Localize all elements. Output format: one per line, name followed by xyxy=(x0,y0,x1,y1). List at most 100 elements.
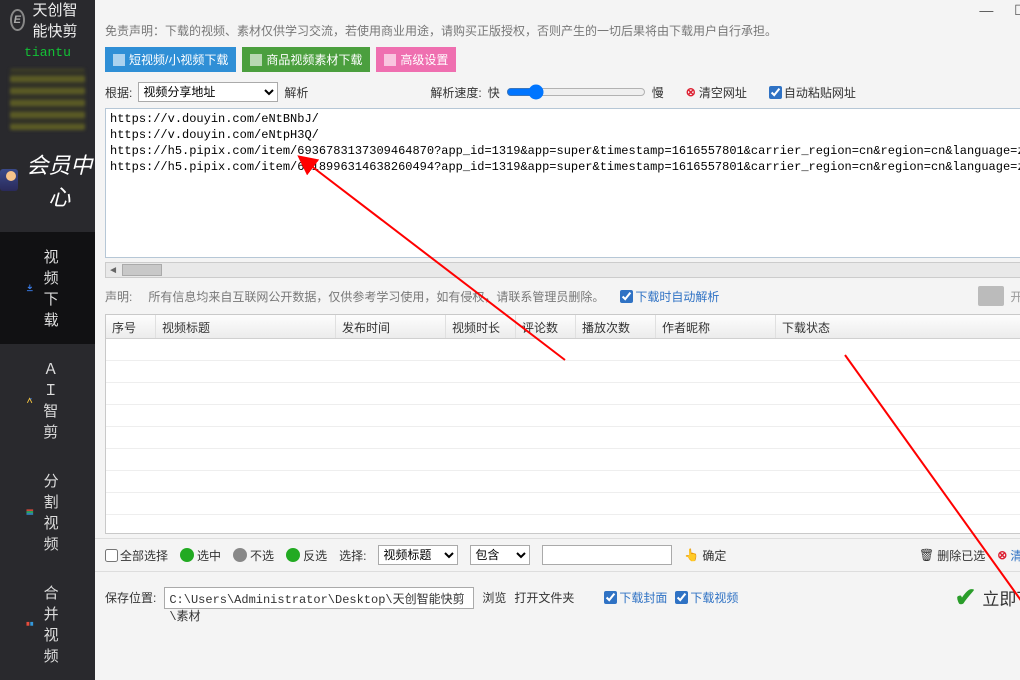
browse-button[interactable]: 浏览 xyxy=(482,589,506,606)
save-path-input[interactable]: C:\Users\Administrator\Desktop\天创智能快剪\素材 xyxy=(164,587,474,609)
table-row[interactable] xyxy=(106,361,1020,383)
open-folder-button[interactable]: 打开文件夹 xyxy=(514,589,574,606)
app-titlebar: E 天创智能快剪 xyxy=(0,0,95,40)
clear-table-button[interactable]: ⊗清空表格 xyxy=(997,547,1020,564)
th-duration[interactable]: 视频时长 xyxy=(446,315,516,338)
brand-text: tiantu xyxy=(0,40,95,65)
vip-avatar-icon xyxy=(0,169,18,191)
table-row[interactable] xyxy=(106,383,1020,405)
table-row[interactable] xyxy=(106,493,1020,515)
start-parse-button[interactable]: 开始解析 xyxy=(978,286,1020,306)
th-plays[interactable]: 播放次数 xyxy=(576,315,656,338)
download-footer: 保存位置: C:\Users\Administrator\Desktop\天创智… xyxy=(95,571,1020,623)
selectby-input[interactable] xyxy=(542,545,672,565)
delete-icon: 🗑 xyxy=(919,548,934,562)
ai-icon xyxy=(26,391,33,409)
window-controls: ― ☐ ✕ xyxy=(978,2,1020,19)
confirm-button[interactable]: 👆确定 xyxy=(684,547,726,564)
source-select[interactable]: 视频分享地址 xyxy=(138,82,278,102)
table-row[interactable] xyxy=(106,449,1020,471)
select-all-checkbox[interactable]: 全部选择 xyxy=(105,547,168,564)
th-pubtime[interactable]: 发布时间 xyxy=(336,315,446,338)
disclaimer-text: 免责声明：下载的视频、素材仅供学习交流，若使用商业用途，请购买正版授权，否则产生… xyxy=(95,0,1020,47)
table-body xyxy=(106,339,1020,515)
scroll-thumb[interactable] xyxy=(122,264,162,276)
hand-icon: 👆 xyxy=(684,548,699,562)
check-icon xyxy=(180,548,194,562)
scroll-left-icon[interactable]: ◄ xyxy=(106,265,120,276)
unselect-button[interactable]: 不选 xyxy=(233,547,274,564)
clear-urls-button[interactable]: ⊗清空网址 xyxy=(686,84,747,101)
save-path-label: 保存位置: xyxy=(105,589,156,606)
maximize-button[interactable]: ☐ xyxy=(1012,2,1020,19)
th-title[interactable]: 视频标题 xyxy=(156,315,336,338)
sidebar-nav: 视频下载 ＡＩ 智剪 分割视频 合并视频 xyxy=(0,232,95,680)
root-label: 根据: xyxy=(105,84,132,101)
th-comments[interactable]: 评论数 xyxy=(516,315,576,338)
speed-slow-label: 慢 xyxy=(652,84,664,101)
sidebar-item-label: 视频下载 xyxy=(44,246,69,330)
delete-selected-button[interactable]: 🗑删除已选 xyxy=(919,547,985,564)
statement-prefix: 声明: xyxy=(105,288,132,305)
tab-icon xyxy=(113,54,125,66)
invert-button[interactable]: 反选 xyxy=(286,547,327,564)
results-table: 序号 视频标题 发布时间 视频时长 评论数 播放次数 作者昵称 下载状态 xyxy=(105,314,1020,534)
merge-icon xyxy=(26,615,34,633)
parse-button[interactable]: 解析 xyxy=(284,84,308,101)
sidebar-item-split[interactable]: 分割视频 xyxy=(0,456,95,568)
speed-fast-label: 快 xyxy=(488,84,500,101)
user-info-blurred xyxy=(10,69,85,130)
anchor-icon xyxy=(233,548,247,562)
x-icon: ⊗ xyxy=(686,85,696,99)
tab-short-video[interactable]: 短视频/小视频下载 xyxy=(105,47,236,72)
sidebar-item-label: 分割视频 xyxy=(44,470,69,554)
selectby-label: 选择: xyxy=(339,547,366,564)
auto-parse-checkbox[interactable]: 下载时自动解析 xyxy=(620,288,719,305)
checkmark-icon: ✔ xyxy=(955,582,977,613)
minimize-button[interactable]: ― xyxy=(978,2,994,19)
tab-product-video[interactable]: 商品视频素材下载 xyxy=(242,47,370,72)
sidebar-item-merge[interactable]: 合并视频 xyxy=(0,568,95,680)
th-status[interactable]: 下载状态 xyxy=(776,315,1020,338)
split-icon xyxy=(26,503,34,521)
sidebar-item-download[interactable]: 视频下载 xyxy=(0,232,95,344)
autopaste-checkbox[interactable]: 自动粘贴网址 xyxy=(769,84,856,101)
parse-controls-row: 根据: 视频分享地址 解析 解析速度: 快 慢 ⊗清空网址 自动粘贴网址 xyxy=(95,80,1020,104)
tab-icon xyxy=(250,54,262,66)
url-textarea[interactable]: https://v.douyin.com/eNtBNbJ/ https://v.… xyxy=(105,108,1020,258)
url-scrollbar[interactable]: ◄ ► xyxy=(105,262,1020,278)
table-row[interactable] xyxy=(106,471,1020,493)
selectby-mode[interactable]: 包含 xyxy=(470,545,530,565)
download-now-button[interactable]: ✔ 立即下载 xyxy=(947,580,1020,615)
sidebar-item-label: ＡＩ 智剪 xyxy=(43,358,69,442)
download-cover-checkbox[interactable]: 下载封面 xyxy=(604,589,667,606)
tab-icon xyxy=(384,54,396,66)
table-row[interactable] xyxy=(106,405,1020,427)
select-button[interactable]: 选中 xyxy=(180,547,221,564)
app-title: 天创智能快剪 xyxy=(33,0,86,41)
table-row[interactable] xyxy=(106,427,1020,449)
top-tabs: 短视频/小视频下载 商品视频素材下载 高级设置 xyxy=(95,47,1020,80)
parse-icon xyxy=(978,286,1004,306)
vip-label: 会员中心 xyxy=(24,148,95,212)
sidebar-item-label: 合并视频 xyxy=(44,582,69,666)
sidebar: E 天创智能快剪 tiantu 会员中心 视频下载 ＡＩ 智剪 xyxy=(0,0,95,680)
selectby-field[interactable]: 视频标题 xyxy=(378,545,458,565)
download-video-checkbox[interactable]: 下载视频 xyxy=(675,589,738,606)
x-icon: ⊗ xyxy=(997,548,1007,562)
app-logo-icon: E xyxy=(10,9,25,31)
statement-row: 声明: 所有信息均来自互联网公开数据，仅供参考学习使用，如有侵权，请联系管理员删… xyxy=(95,282,1020,310)
speed-label: 解析速度: xyxy=(430,84,481,101)
statement-text: 所有信息均来自互联网公开数据，仅供参考学习使用，如有侵权，请联系管理员删除。 xyxy=(148,288,604,305)
table-header: 序号 视频标题 发布时间 视频时长 评论数 播放次数 作者昵称 下载状态 xyxy=(106,315,1020,339)
speed-slider[interactable] xyxy=(506,84,646,100)
swap-icon xyxy=(286,548,300,562)
vip-center-link[interactable]: 会员中心 xyxy=(0,138,95,222)
download-icon xyxy=(26,279,34,297)
table-row[interactable] xyxy=(106,339,1020,361)
th-index[interactable]: 序号 xyxy=(106,315,156,338)
sidebar-item-ai-cut[interactable]: ＡＩ 智剪 xyxy=(0,344,95,456)
tab-advanced[interactable]: 高级设置 xyxy=(376,47,456,72)
main-panel: ― ☐ ✕ 免责声明：下载的视频、素材仅供学习交流，若使用商业用途，请购买正版授… xyxy=(95,0,1020,680)
th-author[interactable]: 作者昵称 xyxy=(656,315,776,338)
